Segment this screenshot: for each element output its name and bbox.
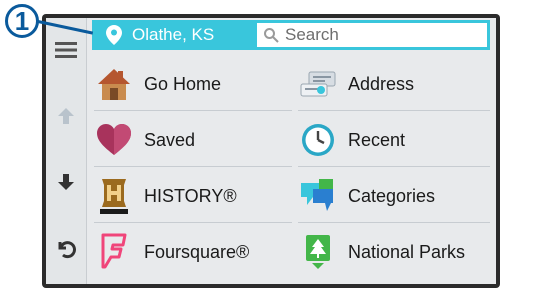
back-arrow-icon: [58, 241, 76, 259]
arrow-up-icon: [58, 108, 74, 124]
menu-button[interactable]: [50, 34, 82, 66]
callout-badge: 1: [5, 4, 39, 38]
scroll-up-button[interactable]: [50, 100, 82, 132]
heart-icon: [94, 120, 134, 160]
sidebar: [46, 18, 87, 284]
search-field[interactable]: Search: [257, 23, 487, 47]
back-button[interactable]: [50, 232, 82, 264]
menu-item-go-home[interactable]: Go Home: [94, 58, 292, 111]
categories-icon: [298, 176, 338, 216]
foursquare-icon: [94, 232, 134, 272]
menu-item-saved[interactable]: Saved: [94, 114, 292, 167]
national-parks-icon: [298, 232, 338, 272]
screen: Olathe, KS Search Go Home Address Saved …: [46, 18, 496, 284]
search-icon: [264, 28, 279, 43]
house-icon: [94, 64, 134, 104]
search-placeholder: Search: [285, 25, 339, 44]
menu-item-national-parks[interactable]: National Parks: [298, 226, 490, 278]
location-label: Olathe, KS: [132, 25, 215, 44]
address-card-icon: [298, 64, 338, 104]
search-box[interactable]: Search: [254, 20, 490, 50]
scroll-down-button[interactable]: [50, 166, 82, 198]
menu-item-history[interactable]: HISTORY®: [94, 170, 292, 223]
menu-item-categories[interactable]: Categories: [298, 170, 490, 223]
clock-icon: [298, 120, 338, 160]
menu-item-foursquare[interactable]: Foursquare®: [94, 226, 292, 278]
hamburger-icon: [55, 42, 77, 58]
menu-item-recent[interactable]: Recent: [298, 114, 490, 167]
history-logo-icon: [94, 176, 134, 216]
location-pin-icon: [106, 25, 122, 45]
arrow-down-icon: [58, 174, 74, 190]
menu-item-address[interactable]: Address: [298, 58, 490, 111]
